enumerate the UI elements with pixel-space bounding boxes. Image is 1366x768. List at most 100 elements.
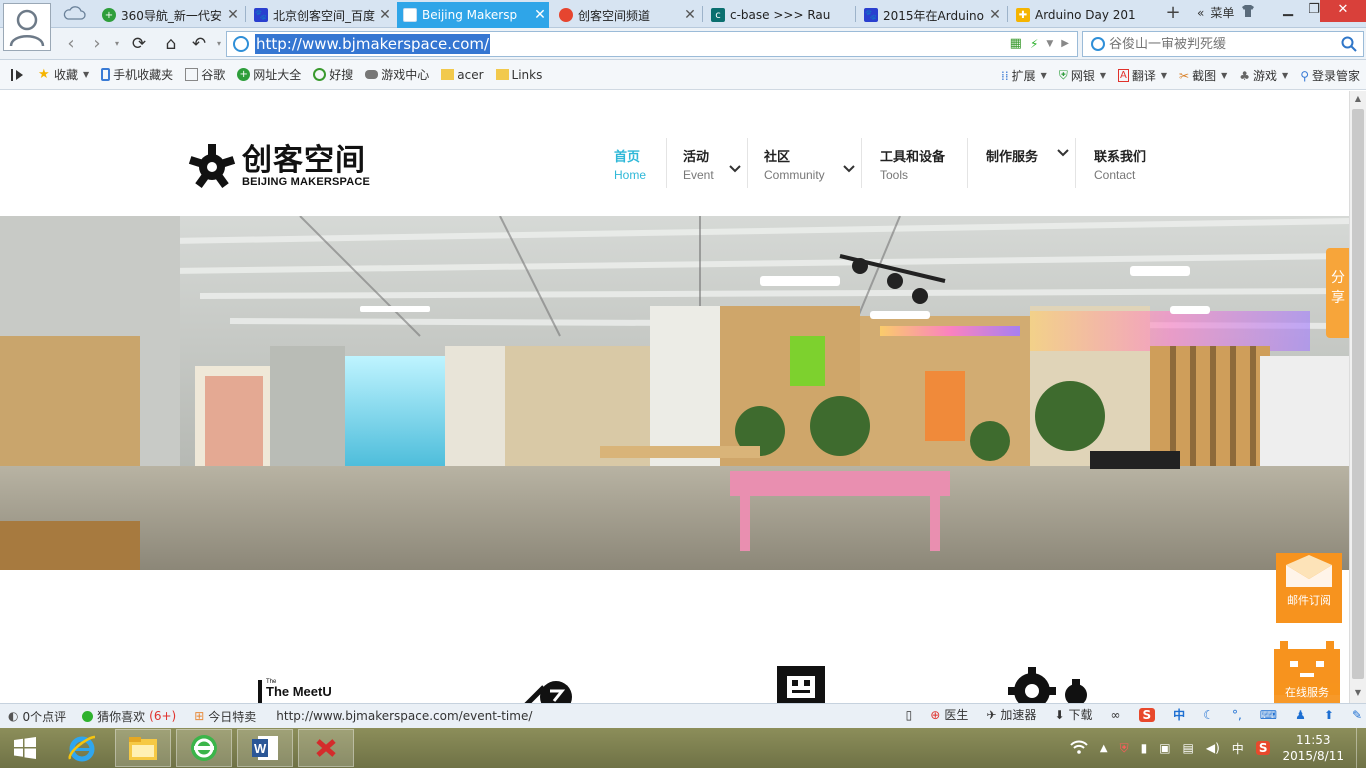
- bookmark-favorites[interactable]: ★ 收藏 ▼: [38, 66, 89, 83]
- go-icon[interactable]: ▶: [1061, 38, 1069, 49]
- tab-baidu-search[interactable]: 🐾 北京创客空间_百度 ✕: [248, 2, 394, 28]
- games-button[interactable]: ♣ 游戏 ▼: [1239, 67, 1288, 84]
- reviews-button[interactable]: ◐ 0个点评: [8, 708, 66, 725]
- tab-maker-channel[interactable]: 创客空间频道 ✕: [553, 2, 699, 28]
- show-desktop[interactable]: [1356, 728, 1362, 768]
- scroll-up-icon[interactable]: ▲: [1350, 91, 1366, 107]
- nav-tools[interactable]: 工具和设备 Tools: [861, 138, 967, 188]
- bookmark-acer[interactable]: acer: [441, 68, 484, 82]
- robot-icon[interactable]: [777, 666, 825, 703]
- bookmark-links[interactable]: Links: [495, 68, 542, 82]
- user-avatar[interactable]: [3, 3, 51, 51]
- battery-icon[interactable]: ▮: [1141, 741, 1148, 755]
- site-logo[interactable]: 创客空间 BEIJING MAKERSPACE: [188, 143, 370, 191]
- doctor-button[interactable]: ⊕ 医生: [930, 706, 968, 723]
- share-side-tab[interactable]: 分享: [1326, 248, 1349, 338]
- accelerator-button[interactable]: ✈ 加速器: [986, 706, 1036, 723]
- nav-event[interactable]: 活动 Event: [666, 138, 747, 188]
- tab-beijing-makerspace[interactable]: Beijing Makersp ✕: [397, 2, 549, 28]
- download-button[interactable]: ⬇ 下载: [1054, 706, 1092, 723]
- daily-deals-button[interactable]: ⊞ 今日特卖: [194, 708, 256, 725]
- hammer-icon[interactable]: [524, 677, 574, 703]
- address-dropdown-icon[interactable]: ▼: [1046, 39, 1053, 49]
- scrollbar-thumb[interactable]: [1352, 109, 1364, 679]
- tab-360-nav[interactable]: + 360导航_新一代安 ✕: [96, 2, 242, 28]
- sogou-tray-icon[interactable]: S: [1255, 741, 1271, 755]
- moon-icon[interactable]: ☾: [1203, 708, 1214, 722]
- taskbar-360-browser[interactable]: [176, 729, 232, 767]
- new-tab-button[interactable]: +: [1163, 2, 1183, 26]
- close-window-button[interactable]: ✕: [1320, 0, 1366, 22]
- tray-expand-icon[interactable]: ▲: [1100, 743, 1108, 754]
- forward-button[interactable]: ›: [86, 32, 108, 56]
- taskbar-word[interactable]: W: [237, 729, 293, 767]
- sidebar-toggle-icon[interactable]: [10, 68, 26, 82]
- nav-contact[interactable]: 联系我们 Contact: [1075, 138, 1165, 188]
- bookmark-url-directory[interactable]: + 网址大全: [237, 66, 301, 83]
- security-tray-icon[interactable]: ⛨: [1120, 741, 1129, 756]
- tray-ime[interactable]: 中: [1232, 740, 1244, 757]
- keyboard-icon[interactable]: ⌨: [1260, 708, 1277, 722]
- taskbar-file-explorer[interactable]: [115, 729, 171, 767]
- history-dropdown-icon[interactable]: ▾: [106, 32, 128, 56]
- shirt-icon[interactable]: ⬆: [1324, 708, 1334, 722]
- nav-fabrication-service[interactable]: 制作服务: [967, 138, 1075, 188]
- nav-community[interactable]: 社区 Community: [747, 138, 861, 188]
- wifi-icon[interactable]: [1070, 740, 1088, 757]
- start-button[interactable]: [0, 729, 50, 767]
- volume-icon[interactable]: ◀): [1206, 741, 1220, 755]
- qr-code-icon[interactable]: ▦: [1010, 36, 1022, 51]
- bookmark-google[interactable]: 谷歌: [185, 66, 225, 83]
- mail-subscribe-widget[interactable]: 邮件订阅: [1276, 553, 1342, 623]
- meetup-logo[interactable]: TheThe MeetUP: [258, 676, 341, 703]
- menu-button[interactable]: 菜单: [1210, 4, 1234, 21]
- url-text[interactable]: http://www.bjmakerspace.com/: [255, 34, 491, 54]
- punctuation-icon[interactable]: °,: [1232, 708, 1242, 722]
- close-icon[interactable]: ✕: [986, 7, 1004, 23]
- screenshot-button[interactable]: ✂ 截图 ▼: [1179, 67, 1227, 84]
- wrench-icon[interactable]: ✎: [1352, 708, 1362, 722]
- network-icon[interactable]: ▣: [1159, 741, 1170, 755]
- sogou-ime-icon[interactable]: S: [1138, 707, 1156, 722]
- nav-home[interactable]: 首页 Home: [598, 138, 666, 188]
- bookmark-game-center[interactable]: 游戏中心: [365, 66, 429, 83]
- glasses-icon[interactable]: ∞: [1111, 708, 1121, 722]
- search-engine-icon[interactable]: [1091, 37, 1105, 51]
- login-manager-button[interactable]: ⚲ 登录管家: [1300, 67, 1360, 84]
- bookmark-mobile[interactable]: 手机收藏夹: [101, 66, 173, 83]
- gears-icon[interactable]: [1008, 667, 1090, 703]
- tab-arduino-2015[interactable]: 🐾 2015年在Arduino ✕: [858, 2, 1004, 28]
- minimize-button[interactable]: ▁: [1274, 0, 1302, 22]
- search-input[interactable]: [1109, 36, 1339, 52]
- translate-button[interactable]: A 翻译 ▼: [1118, 67, 1167, 84]
- user-icon[interactable]: ♟: [1295, 708, 1306, 722]
- refresh-icon[interactable]: ⟳: [128, 32, 150, 56]
- clock[interactable]: 11:53 2015/8/11: [1282, 732, 1344, 764]
- double-chevron-icon[interactable]: «: [1197, 6, 1204, 20]
- search-icon[interactable]: [1335, 32, 1363, 56]
- bookmark-haosou[interactable]: 好搜: [313, 66, 353, 83]
- ime-mode[interactable]: 中: [1173, 706, 1185, 723]
- undo-icon[interactable]: ↶: [188, 32, 210, 56]
- taskbar-xmind[interactable]: [298, 729, 354, 767]
- skin-icon[interactable]: [1240, 4, 1256, 21]
- home-icon[interactable]: ⌂: [160, 32, 182, 56]
- close-icon[interactable]: ✕: [376, 7, 394, 23]
- close-icon[interactable]: ✕: [531, 7, 549, 23]
- mobile-icon[interactable]: ▯: [906, 708, 913, 722]
- extensions-button[interactable]: ⁞⁞ 扩展 ▼: [1001, 67, 1047, 84]
- tab-c-base[interactable]: c c-base >>> Rau: [705, 2, 855, 28]
- taskbar-internet-explorer[interactable]: [54, 729, 110, 767]
- close-icon[interactable]: ✕: [681, 7, 699, 23]
- tray-app-icon[interactable]: ▤: [1183, 741, 1194, 755]
- online-service-widget[interactable]: 在线服务: [1274, 641, 1340, 703]
- search-box[interactable]: [1082, 31, 1364, 57]
- online-banking-button[interactable]: ⛨ 网银 ▼: [1059, 67, 1106, 84]
- back-button[interactable]: ‹: [60, 32, 82, 56]
- tab-arduino-day[interactable]: ✚ Arduino Day 201: [1010, 2, 1160, 28]
- lightning-icon[interactable]: ⚡: [1030, 37, 1038, 51]
- close-icon[interactable]: ✕: [224, 7, 242, 23]
- cloud-icon[interactable]: [62, 5, 86, 21]
- guess-you-like-button[interactable]: 猜你喜欢 (6+): [82, 708, 176, 725]
- scroll-down-icon[interactable]: ▼: [1350, 685, 1366, 701]
